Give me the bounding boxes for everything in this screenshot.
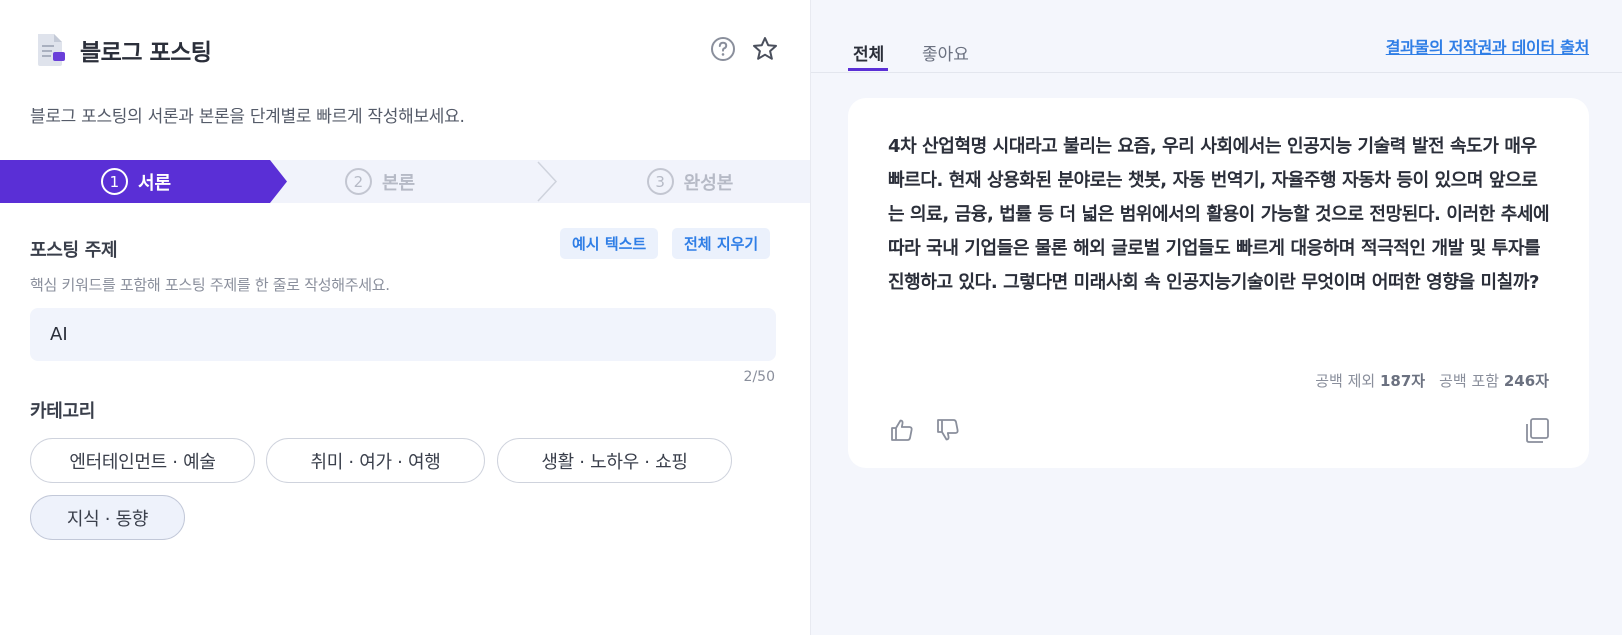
category-entertainment-art[interactable]: 엔터테인먼트 · 예술 [30,438,255,483]
thumbs-down-icon[interactable] [932,414,964,446]
category-knowledge-trends[interactable]: 지식 · 동향 [30,495,185,540]
clear-all-button[interactable]: 전체 지우기 [672,228,771,259]
document-icon [30,30,70,70]
thumbs-up-icon[interactable] [886,414,918,446]
topic-hint: 핵심 키워드를 포함해 포스팅 주제를 한 줄로 작성해주세요. [30,276,390,294]
left-panel: 블로그 포스팅 블로그 포스팅의 서론과 본론을 단계별로 빠르게 작성해보세요… [0,0,810,635]
topic-label: 포스팅 주제 [30,240,118,261]
step-number: 3 [646,168,674,195]
page-description: 블로그 포스팅의 서론과 본론을 단계별로 빠르게 작성해보세요. [30,107,465,127]
step-number: 2 [344,168,372,195]
copy-icon[interactable] [1521,414,1553,446]
feedback-buttons [886,414,964,446]
step-number: 1 [100,168,128,195]
results-tabs: 전체 좋아요 결과물의 저작권과 데이터 출처 [811,0,1622,73]
category-hobby-leisure-travel[interactable]: 취미 · 여가 · 여행 [266,438,485,483]
star-icon[interactable] [750,34,780,64]
app-header: 블로그 포스팅 [30,28,780,72]
header-actions [708,34,780,64]
character-counter: 2/50 [743,369,775,385]
tab-liked[interactable]: 좋아요 [922,40,969,65]
step-body[interactable]: 2 본론 [300,160,460,203]
count-excluding-spaces: 공백 제외 187자 [1315,372,1426,390]
step-label: 본론 [381,172,416,194]
step-intro[interactable]: 1 서론 [0,160,272,203]
character-count: 공백 제외 187자 공백 포함 246자 [1315,370,1549,391]
category-life-knowhow-shopping[interactable]: 생활 · 노하우 · 쇼핑 [497,438,732,483]
results-panel: 전체 좋아요 결과물의 저작권과 데이터 출처 4차 산업혁명 시대라고 불리는… [810,0,1622,635]
category-label: 카테고리 [30,401,96,422]
topic-input[interactable] [30,308,776,361]
count-including-spaces: 공백 포함 246자 [1439,372,1549,390]
tab-all[interactable]: 전체 [853,40,884,65]
step-label: 서론 [137,172,172,194]
result-card: 4차 산업혁명 시대라고 불리는 요즘, 우리 사회에서는 인공지능 기술력 발… [848,98,1589,468]
result-text: 4차 산업혁명 시대라고 불리는 요즘, 우리 사회에서는 인공지능 기술력 발… [888,136,1550,293]
step-progress: 1 서론 2 본론 3 완성본 [0,160,810,203]
page-title: 블로그 포스팅 [80,40,212,66]
step-label: 완성본 [683,172,734,194]
copyright-source-link[interactable]: 결과물의 저작권과 데이터 출처 [1386,34,1590,58]
step-final[interactable]: 3 완성본 [600,160,780,203]
example-text-button[interactable]: 예시 텍스트 [560,228,659,259]
help-icon[interactable] [708,34,738,64]
active-tab-indicator [848,68,888,71]
